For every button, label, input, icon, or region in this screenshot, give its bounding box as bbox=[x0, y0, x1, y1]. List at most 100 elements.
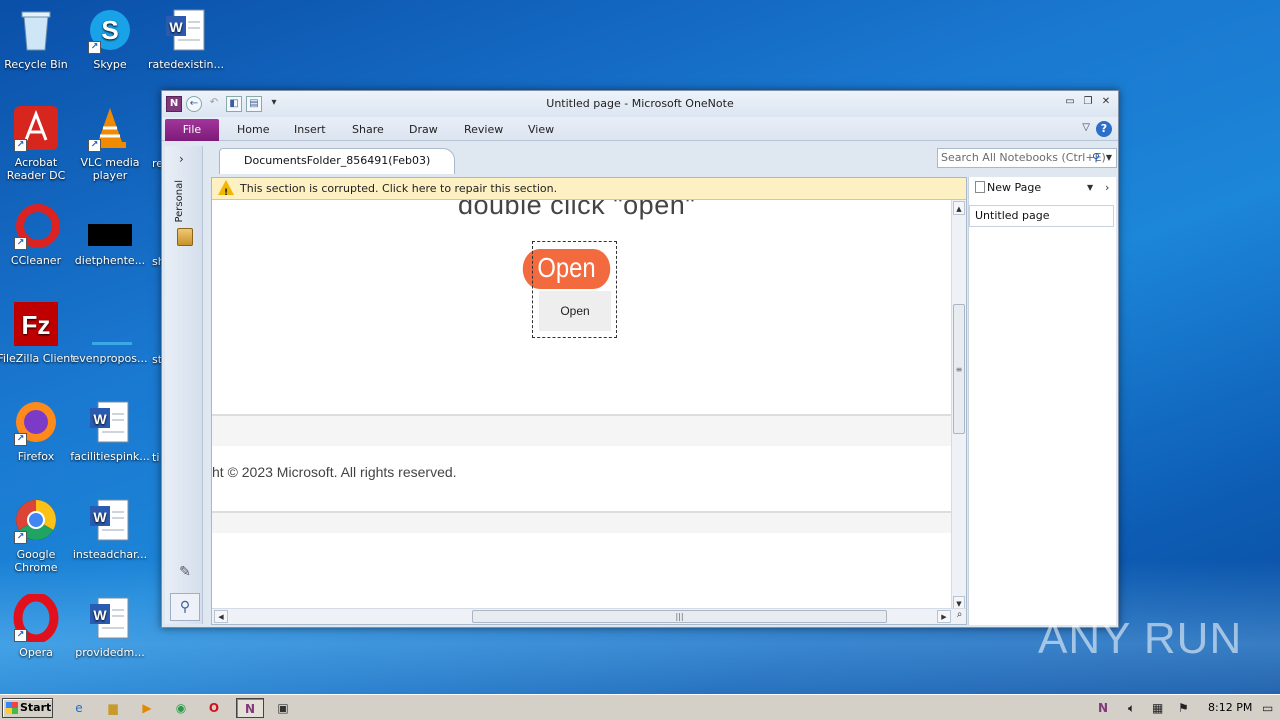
selected-object-outline[interactable] bbox=[532, 241, 617, 338]
resize-corner-icon[interactable]: ⌕ bbox=[952, 609, 966, 624]
explorer-icon[interactable]: ▆ bbox=[102, 698, 124, 718]
desktop-icon-firefox[interactable]: ↗ Firefox bbox=[0, 398, 76, 463]
ribbon-tabs: File Home Insert Share Draw Review View … bbox=[162, 117, 1118, 141]
onenote-taskbar-icon[interactable]: N bbox=[236, 698, 264, 718]
desktop-icon-recycle-bin[interactable]: Recycle Bin bbox=[0, 6, 76, 71]
tab-view[interactable]: View bbox=[528, 123, 554, 136]
firefox-icon: ↗ bbox=[12, 398, 60, 446]
horizontal-scrollbar[interactable]: ◀ ||| ▶ ⌕ bbox=[212, 608, 966, 624]
word-doc-icon: W bbox=[86, 398, 134, 446]
desktop-icon-dietphente[interactable]: dietphente... bbox=[70, 202, 150, 267]
corrupted-section-warning[interactable]: ! This section is corrupted. Click here … bbox=[212, 178, 966, 200]
section-tab[interactable]: DocumentsFolder_856491(Feb03) bbox=[219, 148, 456, 174]
chrome-taskbar-icon[interactable]: ◉ bbox=[170, 698, 192, 718]
desktop-icon-acrobat[interactable]: ↗ Acrobat Reader DC bbox=[0, 104, 76, 182]
desktop-icon-facilitiespink[interactable]: W facilitiespink... bbox=[70, 398, 150, 463]
desktop-icon-ratedexistin[interactable]: W ratedexistin... bbox=[146, 6, 226, 71]
restore-icon[interactable]: ❐ bbox=[1082, 96, 1094, 108]
page-tabs-pane: New Page ▼ › Untitled page bbox=[968, 177, 1116, 625]
new-page-dropdown-icon[interactable]: ▼ bbox=[1087, 183, 1093, 192]
scroll-right-icon[interactable]: ▶ bbox=[937, 610, 951, 623]
page-canvas[interactable]: ! This section is corrupted. Click here … bbox=[211, 177, 967, 625]
svg-text:W: W bbox=[93, 509, 107, 525]
black-file-icon bbox=[86, 202, 134, 250]
tab-home[interactable]: Home bbox=[237, 123, 269, 136]
filezilla-icon: Fz bbox=[12, 300, 60, 348]
desktop-icon-opera[interactable]: ↗ Opera bbox=[0, 592, 76, 659]
window-controls: ▭ ❐ ✕ bbox=[1064, 96, 1112, 108]
opera-icon: ↗ bbox=[12, 592, 60, 644]
desktop-icon-evenpropos[interactable]: evenpropos... bbox=[70, 300, 150, 365]
recycle-bin-icon bbox=[12, 6, 60, 54]
desktop-icon-ccleaner[interactable]: ↗ CCleaner bbox=[0, 202, 76, 267]
warning-text: This section is corrupted. Click here to… bbox=[240, 182, 558, 195]
new-page-button[interactable]: New Page bbox=[975, 181, 1041, 194]
page-heading: double click "open" bbox=[458, 200, 696, 220]
scroll-up-icon[interactable]: ▲ bbox=[953, 201, 965, 215]
volume-icon[interactable]: 🔈︎ bbox=[1128, 698, 1135, 718]
notebook-nav-pane: › Personal ✎ ⚲ bbox=[165, 146, 203, 624]
unfiled-notes-icon[interactable]: ✎ bbox=[174, 564, 196, 582]
tab-draw[interactable]: Draw bbox=[409, 123, 438, 136]
onenote-window: N ← ↶ ◧ ▤ ▾ Untitled page - Microsoft On… bbox=[161, 90, 1119, 628]
search-scope-dropdown-icon[interactable]: ▼ bbox=[1106, 149, 1112, 167]
desktop-icon-skype[interactable]: S ↗ Skype bbox=[70, 6, 150, 71]
desktop-icon-chrome[interactable]: ↗ Google Chrome bbox=[0, 496, 76, 574]
help-icon[interactable]: ? bbox=[1096, 121, 1112, 137]
search-icon[interactable]: ⚲ bbox=[1092, 149, 1100, 167]
desktop-icon-vlc[interactable]: ↗ VLC media player bbox=[70, 104, 150, 182]
word-doc-icon: W bbox=[86, 496, 134, 544]
taskbar: Start e ▆ ▶ ◉ O N ▣ N 🔈︎ ▦ ⚑ 8:12 PM ▭ bbox=[0, 694, 1280, 720]
notebook-options-icon[interactable]: ⚲ bbox=[170, 593, 200, 621]
svg-text:W: W bbox=[169, 19, 183, 35]
shortcut-arrow-icon: ↗ bbox=[88, 41, 101, 54]
network-icon[interactable]: ▦ bbox=[1152, 698, 1163, 718]
ccleaner-icon: ↗ bbox=[12, 202, 60, 250]
opera-taskbar-icon[interactable]: O bbox=[203, 698, 225, 718]
desktop-icon-providedm[interactable]: W providedm... bbox=[70, 594, 150, 659]
desktop-partial-label: ti bbox=[152, 451, 160, 464]
tab-share[interactable]: Share bbox=[352, 123, 384, 136]
tab-review[interactable]: Review bbox=[464, 123, 503, 136]
divider-band bbox=[212, 511, 952, 533]
page-tab-untitled[interactable]: Untitled page bbox=[969, 205, 1114, 227]
desktop-icon-insteadchar[interactable]: W insteadchar... bbox=[70, 496, 150, 561]
desktop-icon-filezilla[interactable]: Fz FileZilla Client bbox=[0, 300, 76, 365]
show-desktop-icon[interactable]: ▭ bbox=[1262, 698, 1273, 718]
title-bar[interactable]: N ← ↶ ◧ ▤ ▾ Untitled page - Microsoft On… bbox=[162, 91, 1118, 117]
horizontal-scroll-thumb[interactable]: ||| bbox=[472, 610, 887, 623]
anyrun-watermark: ANY RUN bbox=[1038, 614, 1243, 663]
ie-icon[interactable]: e bbox=[68, 698, 90, 718]
search-placeholder: Search All Notebooks (Ctrl+E) bbox=[941, 151, 1106, 164]
vertical-scrollbar[interactable]: ▲ ≡ ▼ bbox=[951, 200, 966, 610]
clock[interactable]: 8:12 PM bbox=[1208, 698, 1252, 718]
warning-icon-mark: ! bbox=[224, 188, 229, 198]
scroll-left-icon[interactable]: ◀ bbox=[214, 610, 228, 623]
vertical-scroll-thumb[interactable]: ≡ bbox=[953, 304, 965, 434]
search-notebooks-input[interactable]: Search All Notebooks (Ctrl+E) ⚲ ▼ bbox=[937, 148, 1117, 168]
close-icon[interactable]: ✕ bbox=[1100, 96, 1112, 108]
window-taskbar-icon[interactable]: ▣ bbox=[270, 698, 296, 718]
tab-insert[interactable]: Insert bbox=[294, 123, 326, 136]
shortcut-arrow-icon: ↗ bbox=[88, 139, 101, 152]
word-doc-icon: W bbox=[162, 6, 210, 54]
collapse-page-tabs-icon[interactable]: › bbox=[1105, 181, 1109, 194]
shortcut-arrow-icon: ↗ bbox=[14, 531, 27, 544]
shortcut-arrow-icon: ↗ bbox=[14, 237, 27, 250]
minimize-icon[interactable]: ▭ bbox=[1064, 96, 1076, 108]
notebook-label[interactable]: Personal bbox=[174, 180, 185, 223]
shortcut-arrow-icon: ↗ bbox=[14, 139, 27, 152]
acrobat-icon: ↗ bbox=[12, 104, 60, 152]
svg-text:Fz: Fz bbox=[22, 310, 51, 340]
tab-file[interactable]: File bbox=[165, 119, 219, 141]
action-center-flag-icon[interactable]: ⚑ bbox=[1178, 698, 1189, 718]
media-player-icon[interactable]: ▶ bbox=[136, 698, 158, 718]
blank-file-icon bbox=[86, 300, 134, 348]
expand-nav-icon[interactable]: › bbox=[179, 152, 184, 166]
skype-icon: S ↗ bbox=[86, 6, 134, 54]
notebook-icon[interactable] bbox=[177, 228, 193, 246]
expand-ribbon-icon[interactable]: ▽ bbox=[1082, 122, 1090, 133]
onenote-tray-icon[interactable]: N bbox=[1098, 698, 1108, 718]
start-button[interactable]: Start bbox=[2, 698, 53, 718]
shortcut-arrow-icon: ↗ bbox=[14, 629, 27, 642]
